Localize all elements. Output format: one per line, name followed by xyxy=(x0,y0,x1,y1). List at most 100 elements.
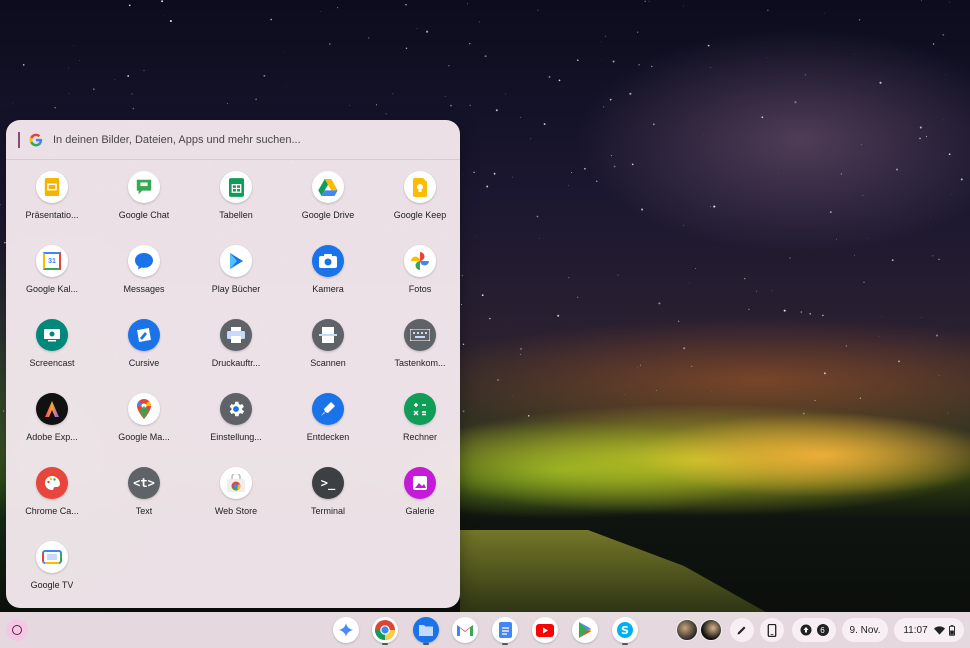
app-label: Adobe Exp... xyxy=(26,432,78,442)
notifications-pod[interactable]: 6 xyxy=(792,618,836,642)
phone-hub-button[interactable] xyxy=(760,618,784,642)
app-tile[interactable]: Rechner xyxy=(374,392,460,466)
preview-thumbnail-2 xyxy=(700,619,722,641)
app-label: Präsentatio... xyxy=(25,210,79,220)
app-tile[interactable]: >_ Terminal xyxy=(282,466,374,540)
app-label: Kamera xyxy=(312,284,344,294)
wifi-icon xyxy=(933,625,945,635)
date-label: 9. Nov. xyxy=(849,624,881,636)
app-label: Scannen xyxy=(310,358,346,368)
apps-grid: Präsentatio... Google Chat Tabellen Google … xyxy=(6,170,460,608)
app-tile[interactable]: Screencast xyxy=(6,318,98,392)
app-tile[interactable]: Google Chat xyxy=(98,170,190,244)
app-label: Terminal xyxy=(310,506,345,516)
app-tile[interactable]: Entdecken xyxy=(282,392,374,466)
status-area[interactable]: 11:07 xyxy=(894,618,964,642)
launcher-search-bar[interactable] xyxy=(6,120,460,160)
app-tile[interactable]: Web Store xyxy=(190,466,282,540)
app-tile[interactable]: Play Bücher xyxy=(190,244,282,318)
app-label: Entdecken xyxy=(306,432,350,442)
search-caret xyxy=(18,131,20,148)
app-launcher: Präsentatio... Google Chat Tabellen Google … xyxy=(6,120,460,608)
app-tile[interactable]: Präsentatio... xyxy=(6,170,98,244)
app-tile[interactable]: Tastenkom... xyxy=(374,318,460,392)
messages-icon xyxy=(128,245,160,277)
sheets-icon xyxy=(220,171,252,203)
app-label: Google Keep xyxy=(393,210,447,220)
app-tile[interactable]: Adobe Exp... xyxy=(6,392,98,466)
app-label: Screencast xyxy=(29,358,75,368)
app-tile[interactable]: Druckauftr... xyxy=(190,318,282,392)
svg-text:S: S xyxy=(621,624,629,637)
google-icon xyxy=(29,133,43,146)
screencast-icon xyxy=(36,319,68,351)
google-tv-icon xyxy=(36,541,68,573)
slides-icon xyxy=(36,171,68,203)
battery-icon xyxy=(948,624,955,636)
running-indicator xyxy=(423,643,429,645)
terminal-icon: >_ xyxy=(312,467,344,499)
running-indicator xyxy=(382,643,388,645)
keyboard-shortcuts-icon xyxy=(404,319,436,351)
app-tile[interactable]: 31 Google Kal... xyxy=(6,244,98,318)
app-tile[interactable]: <t> Text xyxy=(98,466,190,540)
app-label: Web Store xyxy=(214,506,258,516)
app-label: Google Kal... xyxy=(25,284,79,294)
drive-icon xyxy=(312,171,344,203)
holding-space-previews[interactable] xyxy=(676,619,724,641)
app-tile[interactable]: Cursive xyxy=(98,318,190,392)
app-tile[interactable]: Google Drive xyxy=(282,170,374,244)
keep-icon xyxy=(404,171,436,203)
app-label: Play Bücher xyxy=(211,284,261,294)
chat-icon xyxy=(128,171,160,203)
gemini-icon[interactable] xyxy=(333,617,359,643)
running-indicator xyxy=(502,643,508,645)
explore-icon xyxy=(312,393,344,425)
maps-icon xyxy=(128,393,160,425)
gallery-icon xyxy=(404,467,436,499)
app-label: Chrome Ca... xyxy=(25,506,79,516)
app-tile[interactable]: Google Ma... xyxy=(98,392,190,466)
running-indicator xyxy=(622,643,628,645)
skype-icon[interactable]: S xyxy=(612,617,638,643)
app-label: Google TV xyxy=(30,580,74,590)
play-store-icon[interactable] xyxy=(572,617,598,643)
web-store-icon xyxy=(220,467,252,499)
app-label: Rechner xyxy=(402,432,438,442)
date-tray[interactable]: 9. Nov. xyxy=(842,618,888,642)
preview-thumbnail-1 xyxy=(676,619,698,641)
app-label: Tabellen xyxy=(219,210,253,220)
app-tile[interactable]: Galerie xyxy=(374,466,460,540)
app-tile[interactable]: Chrome Ca... xyxy=(6,466,98,540)
youtube-icon[interactable] xyxy=(532,617,558,643)
calculator-icon xyxy=(404,393,436,425)
stylus-tools-button[interactable] xyxy=(730,618,754,642)
app-tile[interactable]: Google TV xyxy=(6,540,98,608)
app-label: Cursive xyxy=(128,358,160,368)
notification-count-badge: 6 xyxy=(816,624,829,636)
docs-icon[interactable] xyxy=(492,617,518,643)
upload-icon xyxy=(800,624,811,636)
phone-icon xyxy=(767,623,777,637)
files-icon[interactable] xyxy=(413,617,439,643)
play-books-icon xyxy=(220,245,252,277)
shelf: S 6 9. Nov. 11:07 xyxy=(0,612,970,648)
chrome-icon[interactable] xyxy=(372,617,398,643)
app-tile[interactable]: Einstellung... xyxy=(190,392,282,466)
chrome-canvas-icon xyxy=(36,467,68,499)
app-tile[interactable]: Scannen xyxy=(282,318,374,392)
app-tile[interactable]: Kamera xyxy=(282,244,374,318)
camera-icon xyxy=(312,245,344,277)
launcher-button[interactable] xyxy=(6,619,28,641)
app-label: Einstellung... xyxy=(210,432,262,442)
app-tile[interactable]: Messages xyxy=(98,244,190,318)
app-tile[interactable]: Tabellen xyxy=(190,170,282,244)
text-icon: <t> xyxy=(128,467,160,499)
app-tile[interactable]: Fotos xyxy=(374,244,460,318)
app-label: Text xyxy=(135,506,153,516)
adobe-express-icon xyxy=(36,393,68,425)
gmail-icon[interactable] xyxy=(452,617,478,643)
app-tile[interactable]: Google Keep xyxy=(374,170,460,244)
search-input[interactable] xyxy=(53,133,413,146)
app-label: Tastenkom... xyxy=(394,358,446,368)
